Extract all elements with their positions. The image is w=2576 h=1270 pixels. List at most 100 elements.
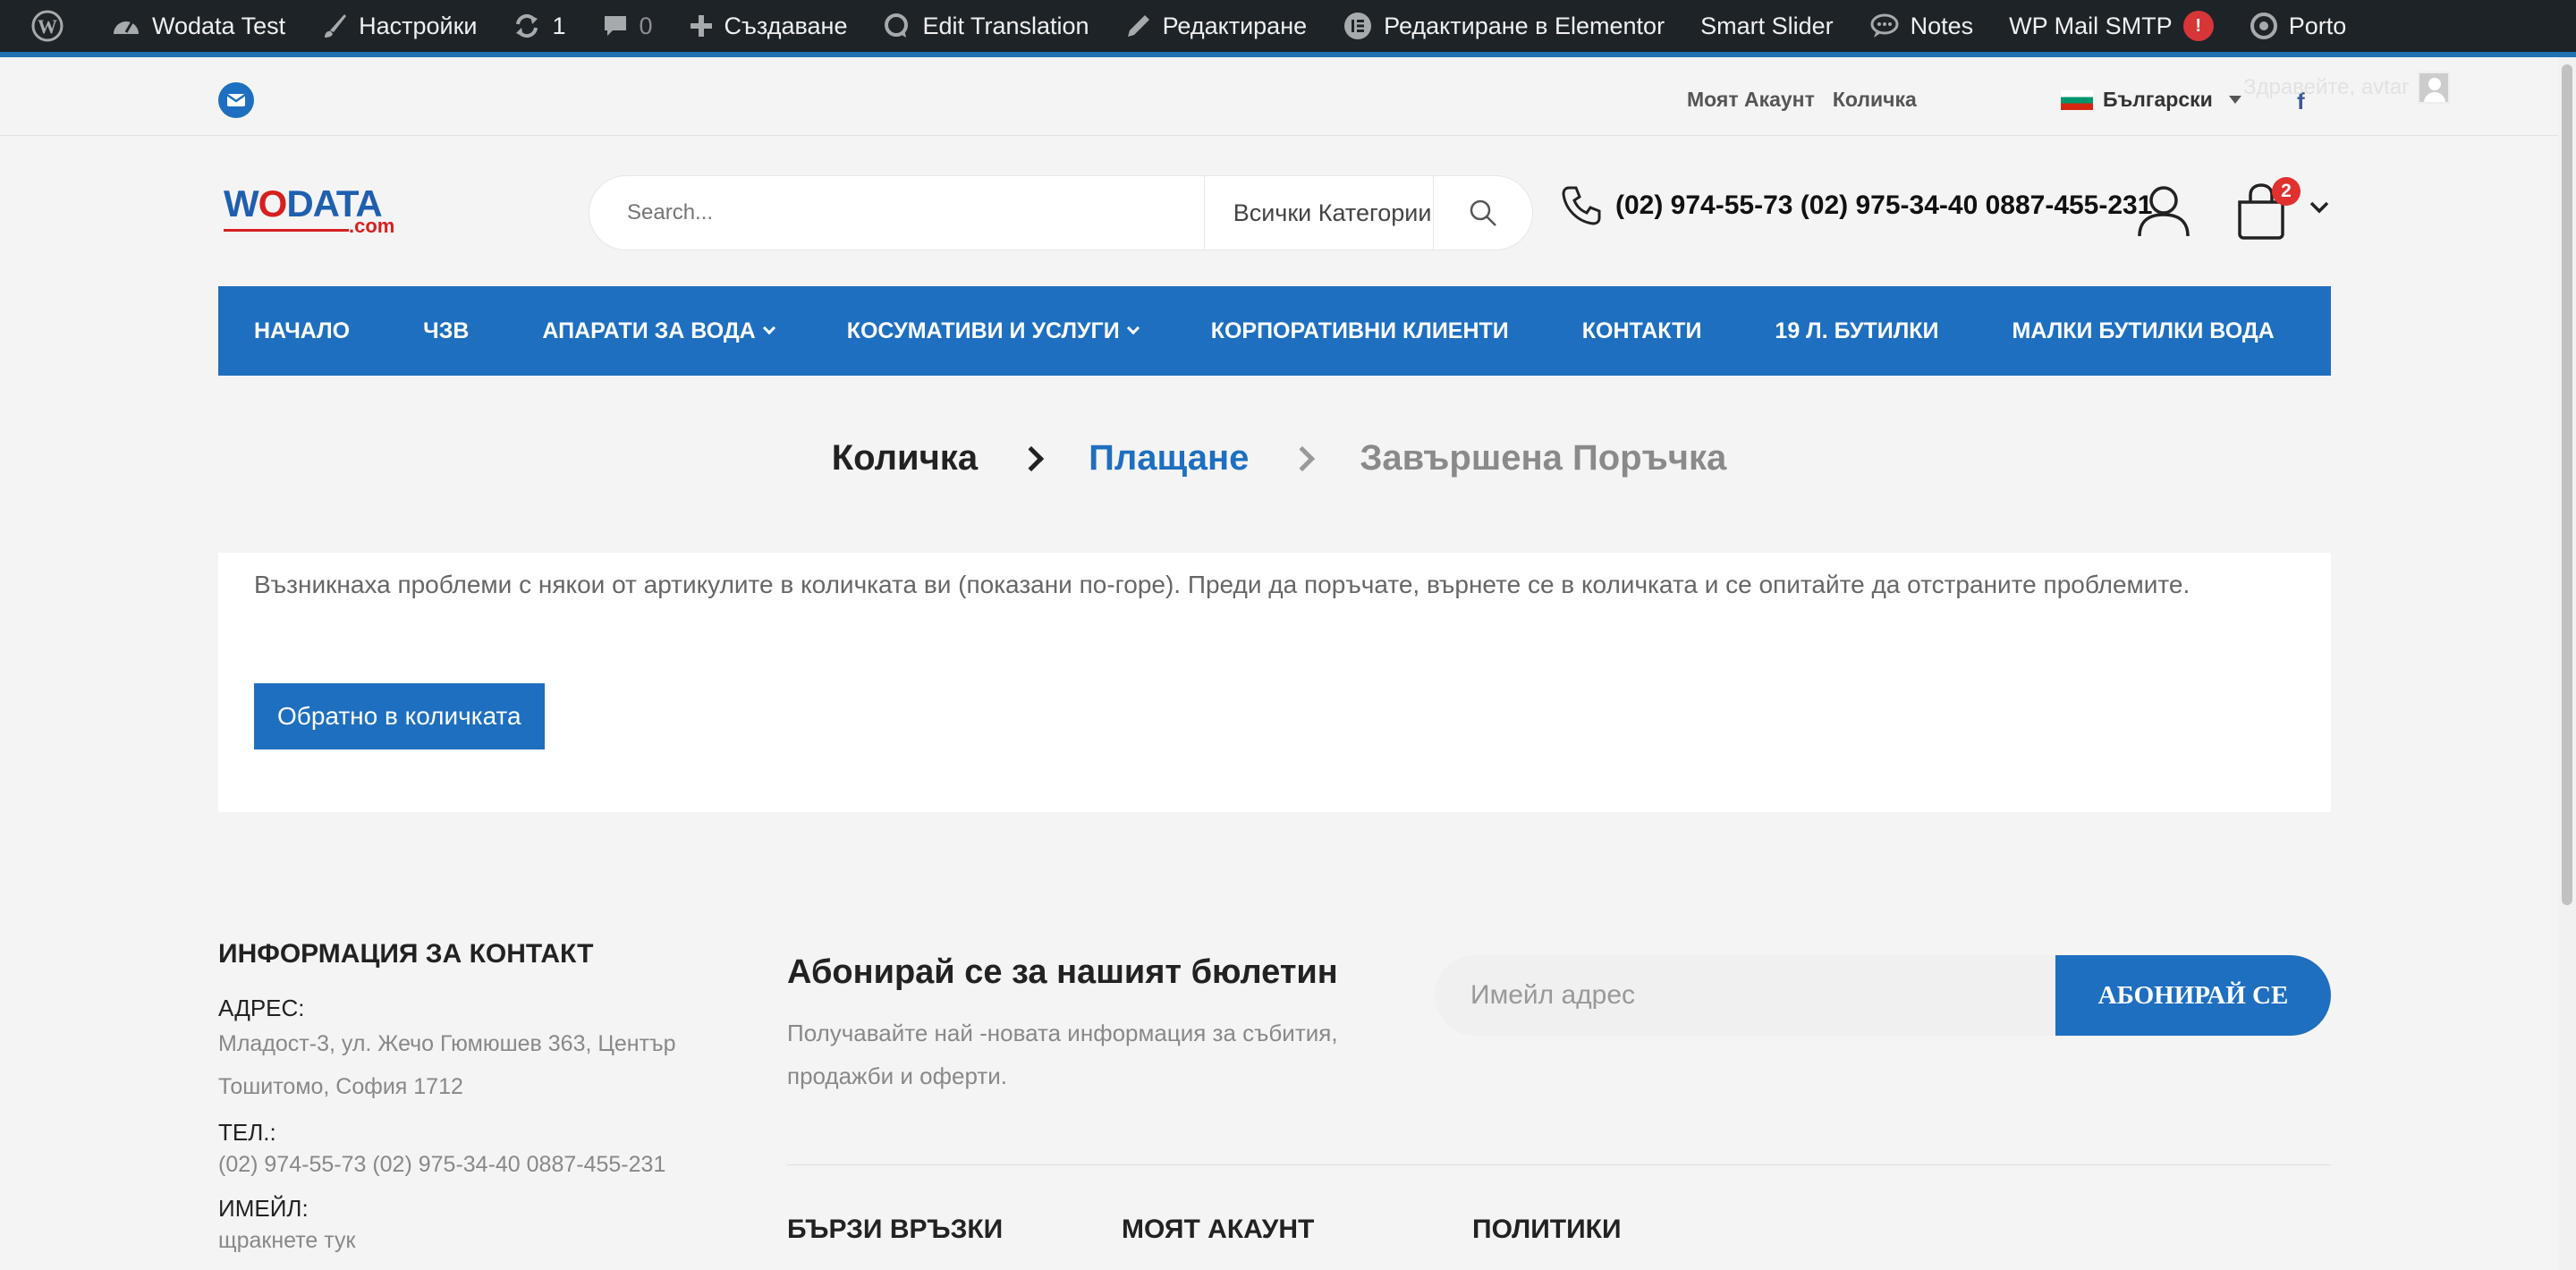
cart-link[interactable]: Количка [1833, 88, 1917, 112]
chevron-down-icon[interactable] [2309, 200, 2329, 215]
bulgarian-flag-icon [2061, 89, 2093, 110]
header-phones: (02) 974-55-73 (02) 975-34-40 0887-455-2… [1560, 184, 2152, 227]
comments-menu[interactable]: 0 [584, 0, 671, 52]
search-input[interactable] [589, 176, 1204, 250]
step-checkout[interactable]: Плащане [1089, 438, 1249, 478]
top-links: Моят Акаунт Количка [1687, 88, 1917, 112]
edit-translation-label: Edit Translation [922, 12, 1089, 39]
newsletter-email-field[interactable]: Имейл адрес [1435, 955, 2061, 1036]
site-name: Wodata Test [152, 12, 286, 39]
porto-icon [2250, 13, 2277, 39]
edit-elementor-label: Редактиране в Elementor [1384, 12, 1665, 39]
email-label: ИМЕЙЛ: [218, 1195, 309, 1222]
logo-suffix: .com [349, 215, 395, 237]
avatar [2418, 72, 2451, 104]
newsletter-description: Получавайте най -новата информация за съ… [787, 1020, 1338, 1089]
greeting-label: Здравейте, avtar [2243, 75, 2410, 99]
nav-item-home[interactable]: НАЧАЛО [254, 318, 350, 344]
wp-logo-menu[interactable]: W [13, 0, 93, 52]
brush-icon [325, 14, 347, 38]
notes-menu[interactable]: Notes [1852, 0, 1992, 52]
footer-quick-links-title: БЪРЗИ ВРЪЗКИ [787, 1215, 1004, 1244]
language-switcher[interactable]: Български [2061, 88, 2241, 112]
checkout-notice: Възникнаха проблеми с някои от артикулит… [218, 553, 2331, 812]
nav-item-label: 19 Л. БУТИЛКИ [1775, 318, 1939, 343]
my-account-link[interactable]: Моят Акаунт [1687, 88, 1815, 112]
top-info-bar: Моят Акаунт Количка Български f Здравейт… [0, 57, 2558, 136]
wp-mail-smtp-menu[interactable]: WP Mail SMTP ! [1991, 0, 2232, 52]
checkout-steps: Количка Плащане Завършена Поръчка [0, 438, 2558, 478]
email-link[interactable]: щракнете тук [218, 1223, 755, 1258]
scrollbar-thumb[interactable] [2562, 64, 2572, 905]
smart-slider-label: Smart Slider [1700, 12, 1834, 39]
chevron-down-icon [762, 321, 775, 335]
comments-count: 0 [639, 12, 653, 39]
nav-item-label: КОНТАКТИ [1581, 318, 1702, 343]
search-form: Всички Категории [589, 175, 1533, 250]
smtp-alert-badge: ! [2182, 11, 2214, 41]
search-button[interactable] [1434, 176, 1532, 250]
updates-menu[interactable]: 1 [495, 0, 583, 52]
nav-item-consumables[interactable]: КОСУМАТИВИ И УСЛУГИ [846, 318, 1140, 344]
language-label: Български [2103, 88, 2213, 111]
step-cart[interactable]: Количка [832, 438, 978, 478]
nav-item-label: НАЧАЛО [254, 318, 351, 343]
nav-item-water-dispensers[interactable]: АПАРАТИ ЗА ВОДА [542, 318, 775, 344]
caret-down-icon [2228, 95, 2241, 104]
wordpress-icon: W [31, 10, 64, 42]
comment-icon [604, 16, 626, 36]
main-nav: НАЧАЛО ЧЗВ АПАРАТИ ЗА ВОДА КОСУМАТИВИ И … [218, 286, 2331, 376]
phone-numbers: (02) 974-55-73 (02) 975-34-40 0887-455-2… [1615, 190, 2153, 220]
nav-item-label: КОРПОРАТИВНИ КЛИЕНТИ [1210, 318, 1509, 343]
category-select[interactable]: Всички Категории [1203, 176, 1435, 250]
chevron-right-icon [1018, 445, 1045, 471]
nav-item-label: МАЛКИ БУТИЛКИ ВОДА [2012, 318, 2275, 343]
wp-mail-smtp-label: WP Mail SMTP [2009, 12, 2173, 39]
nav-item-label: АПАРАТИ ЗА ВОДА [542, 318, 756, 343]
user-account-icon[interactable] [2136, 182, 2191, 244]
nav-item-label: ЧЗВ [423, 318, 470, 343]
nav-item-contacts[interactable]: КОНТАКТИ [1582, 318, 1702, 344]
email-placeholder: Имейл адрес [1470, 980, 1636, 1010]
updates-count: 1 [552, 12, 566, 39]
smart-slider-menu[interactable]: Smart Slider [1682, 0, 1852, 52]
plus-icon [690, 15, 712, 37]
site-name-menu[interactable]: Wodata Test [93, 0, 303, 52]
address-value: Младост-3, ул. Жечо Гюмюшев 363, Център … [218, 1031, 676, 1099]
edit-translation-menu[interactable]: Edit Translation [865, 0, 1106, 52]
step-complete: Завършена Поръчка [1360, 438, 1727, 478]
phone-label: ТЕЛ.: [218, 1119, 276, 1146]
site-logo[interactable]: WODATA .com [220, 182, 399, 245]
footer-my-account-title: МОЯТ АКАУНТ [1122, 1215, 1315, 1244]
nav-item-19l-bottles[interactable]: 19 Л. БУТИЛКИ [1775, 318, 1938, 344]
new-content-menu[interactable]: Създаване [671, 0, 866, 52]
nav-item-label: КОСУМАТИВИ И УСЛУГИ [846, 318, 1120, 343]
category-label: Всички Категории [1233, 199, 1432, 226]
cart-count-badge: 2 [2272, 177, 2301, 206]
phone-icon [1562, 186, 1601, 225]
pencil-icon [1127, 15, 1149, 37]
subscribe-button[interactable]: АБОНИРАЙ СЕ [2055, 955, 2331, 1036]
translate-icon [885, 13, 909, 38]
customize-menu[interactable]: Настройки [303, 0, 495, 52]
notice-message: Възникнаха проблеми с някои от артикулит… [254, 571, 2190, 598]
footer-contact-info: ИНФОРМАЦИЯ ЗА КОНТАКТ АДРЕС: Младост-3, … [218, 939, 755, 1258]
phone-value: (02) 974-55-73 (02) 975-34-40 0887-455-2… [218, 1152, 666, 1177]
nav-item-small-bottles[interactable]: МАЛКИ БУТИЛКИ ВОДА [2012, 318, 2275, 344]
nav-item-faq[interactable]: ЧЗВ [423, 318, 469, 344]
elementor-icon [1344, 13, 1372, 39]
search-icon [1470, 199, 1497, 226]
newsletter-block: Абонирай се за нашият бюлетин Получавайт… [787, 953, 1431, 1097]
account-greeting[interactable]: Здравейте, avtar [2243, 72, 2451, 104]
page-scrollbar[interactable] [2558, 57, 2576, 1270]
porto-label: Porto [2288, 12, 2347, 39]
address-label: АДРЕС: [218, 995, 305, 1021]
logo-text-w: W [224, 182, 259, 224]
nav-item-corporate[interactable]: КОРПОРАТИВНИ КЛИЕНТИ [1211, 318, 1509, 344]
chevron-right-icon [1290, 445, 1316, 471]
edit-elementor-menu[interactable]: Редактиране в Elementor [1325, 0, 1682, 52]
edit-menu[interactable]: Редактиране [1107, 0, 1326, 52]
back-to-cart-button[interactable]: Обратно в количката [254, 683, 545, 749]
envelope-icon[interactable] [218, 82, 254, 118]
porto-menu[interactable]: Porto [2232, 0, 2365, 52]
